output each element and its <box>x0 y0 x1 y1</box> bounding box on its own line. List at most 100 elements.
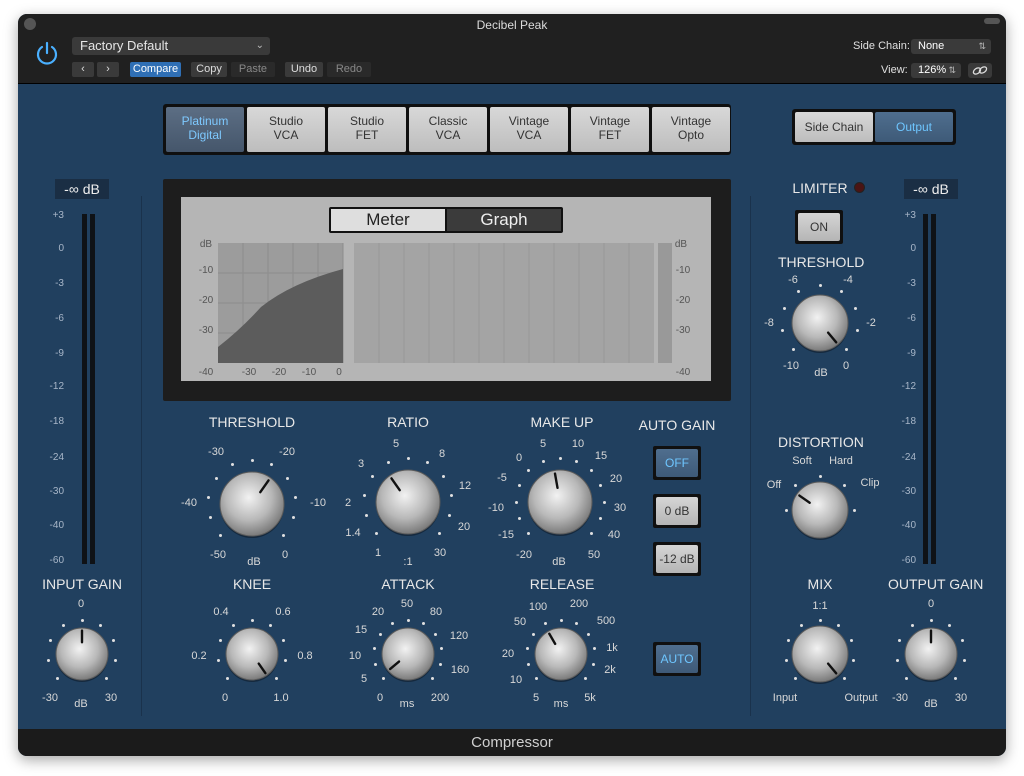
auto-gain-0db-label: 0 dB <box>656 497 698 525</box>
model-tab-studio-vca[interactable]: Studio VCA <box>247 107 325 152</box>
release-knob[interactable] <box>531 624 591 684</box>
knob-scale-dot <box>283 659 287 663</box>
threshold-tick: dB <box>247 556 261 568</box>
release-tick: 1k <box>606 642 618 654</box>
link-button[interactable] <box>968 63 992 78</box>
next-preset-button[interactable]: › <box>97 62 119 77</box>
paste-button[interactable]: Paste <box>231 62 275 77</box>
model-tab-platinum-digital[interactable]: Platinum Digital <box>166 107 244 152</box>
auto-gain-0db-button[interactable]: 0 dB <box>653 494 701 528</box>
output-meter-bar-right <box>931 214 936 564</box>
previous-preset-button[interactable]: ‹ <box>72 62 94 77</box>
circuit-type-selector: Platinum Digital Studio VCA Studio FET Classic… <box>163 104 731 155</box>
knob-scale-dot <box>818 283 822 287</box>
mix-tick: Input <box>772 692 798 704</box>
threshold-tick: 0 <box>281 549 289 561</box>
model-tab-label: Studio <box>349 114 385 128</box>
preset-menu[interactable]: Factory Default ⌄ <box>72 37 270 55</box>
y-tick-right: -30 <box>676 325 691 336</box>
output-detector-button[interactable]: Output <box>875 112 953 142</box>
knob-scale-dot <box>852 508 856 512</box>
ratio-tick: 30 <box>433 547 447 559</box>
model-tab-vintage-fet[interactable]: Vintage FET <box>571 107 649 152</box>
knob-scale-dot <box>250 458 254 462</box>
model-tab-vintage-vca[interactable]: Vintage VCA <box>490 107 568 152</box>
updown-chevron-icon: ⇅ <box>948 65 956 75</box>
knob-scale-dot <box>514 500 518 504</box>
output-meter-scale-label: -24 <box>901 452 916 463</box>
compare-button[interactable]: Compare <box>130 62 181 77</box>
input-gain-knob[interactable] <box>52 624 112 684</box>
knee-tick: 0.8 <box>297 650 313 662</box>
output-gain-knob[interactable] <box>901 624 961 684</box>
ratio-tick: 1 <box>374 547 382 559</box>
output-gain-label: OUTPUT GAIN <box>888 576 984 592</box>
knob-scale-dot <box>208 516 212 520</box>
y-tick-right: -20 <box>676 295 691 306</box>
knob-scale-dot <box>962 659 966 663</box>
chevron-right-icon: › <box>106 63 110 75</box>
knee-tick: 0.2 <box>191 650 207 662</box>
model-tab-vintage-opto[interactable]: Vintage Opto <box>652 107 730 152</box>
y-tick-left: -40 <box>199 367 214 378</box>
plugin-name: Compressor <box>18 729 1006 756</box>
copy-button[interactable]: Copy <box>191 62 227 77</box>
input-meter-bar-right <box>90 214 95 564</box>
limiter-on-button[interactable]: ON <box>795 210 843 244</box>
threshold-tick: -30 <box>208 446 224 458</box>
attack-tick: 0 <box>376 692 384 704</box>
make-up-tick: 5 <box>539 438 547 450</box>
attack-tick: 80 <box>429 606 443 618</box>
limiter-threshold-tick: -10 <box>783 360 799 372</box>
limiter-threshold-tick: -6 <box>788 274 798 286</box>
attack-knob[interactable] <box>378 624 438 684</box>
knob-scale-dot <box>929 618 933 622</box>
ratio-tick: 8 <box>438 448 446 460</box>
model-tab-label: VCA <box>273 128 299 142</box>
distortion-knob[interactable] <box>788 478 852 542</box>
knob-scale-dot <box>559 618 563 622</box>
model-tab-studio-fet[interactable]: Studio FET <box>328 107 406 152</box>
auto-release-label: AUTO <box>656 645 698 673</box>
auto-gain-minus12-button[interactable]: -12 dB <box>653 542 701 576</box>
output-meter-bar-left <box>923 214 928 564</box>
auto-release-button[interactable]: AUTO <box>653 642 701 676</box>
ratio-knob[interactable] <box>372 466 444 538</box>
side-chain-value: None <box>918 40 945 52</box>
attack-tick: 15 <box>354 624 368 636</box>
view-zoom-select[interactable]: 126% ⇅ <box>911 63 961 78</box>
attack-tick: 10 <box>348 650 362 662</box>
side-chain-select[interactable]: None ⇅ <box>911 39 991 54</box>
threshold-knob[interactable] <box>216 468 288 540</box>
mix-tick: Output <box>844 692 878 704</box>
limiter-threshold-knob[interactable] <box>788 291 852 355</box>
make-up-tick: 50 <box>587 549 601 561</box>
distortion-tick: Soft <box>792 455 812 467</box>
make-up-tick: 30 <box>613 502 627 514</box>
model-tab-label: Digital <box>188 128 222 142</box>
make-up-knob[interactable] <box>524 466 596 538</box>
divider <box>750 196 751 716</box>
chevron-down-icon: ⌄ <box>255 40 264 51</box>
mix-knob[interactable] <box>788 622 852 686</box>
model-tab-label: Classic <box>428 114 468 128</box>
limiter-threshold-label: THRESHOLD <box>778 254 865 270</box>
knee-knob[interactable] <box>222 624 282 684</box>
knob-scale-dot <box>293 495 297 499</box>
input-gain-tick: dB <box>74 698 88 710</box>
threshold-label: THRESHOLD <box>208 414 296 430</box>
auto-gain-off-button[interactable]: OFF <box>653 446 701 480</box>
release-tick: 100 <box>528 601 548 613</box>
x-tick: 0 <box>336 367 342 378</box>
power-icon[interactable] <box>33 40 61 68</box>
knob-scale-dot <box>386 461 390 465</box>
make-up-tick: -10 <box>488 502 504 514</box>
undo-button[interactable]: Undo <box>285 62 323 77</box>
model-tab-classic-vca[interactable]: Classic VCA <box>409 107 487 152</box>
redo-button[interactable]: Redo <box>327 62 371 77</box>
side-chain-detector-button[interactable]: Side Chain <box>795 112 873 142</box>
input-meter-scale-label: -6 <box>55 313 64 324</box>
y-tick-right: -40 <box>676 367 691 378</box>
make-up-label: MAKE UP <box>530 414 594 430</box>
y-tick-left: -30 <box>199 325 214 336</box>
